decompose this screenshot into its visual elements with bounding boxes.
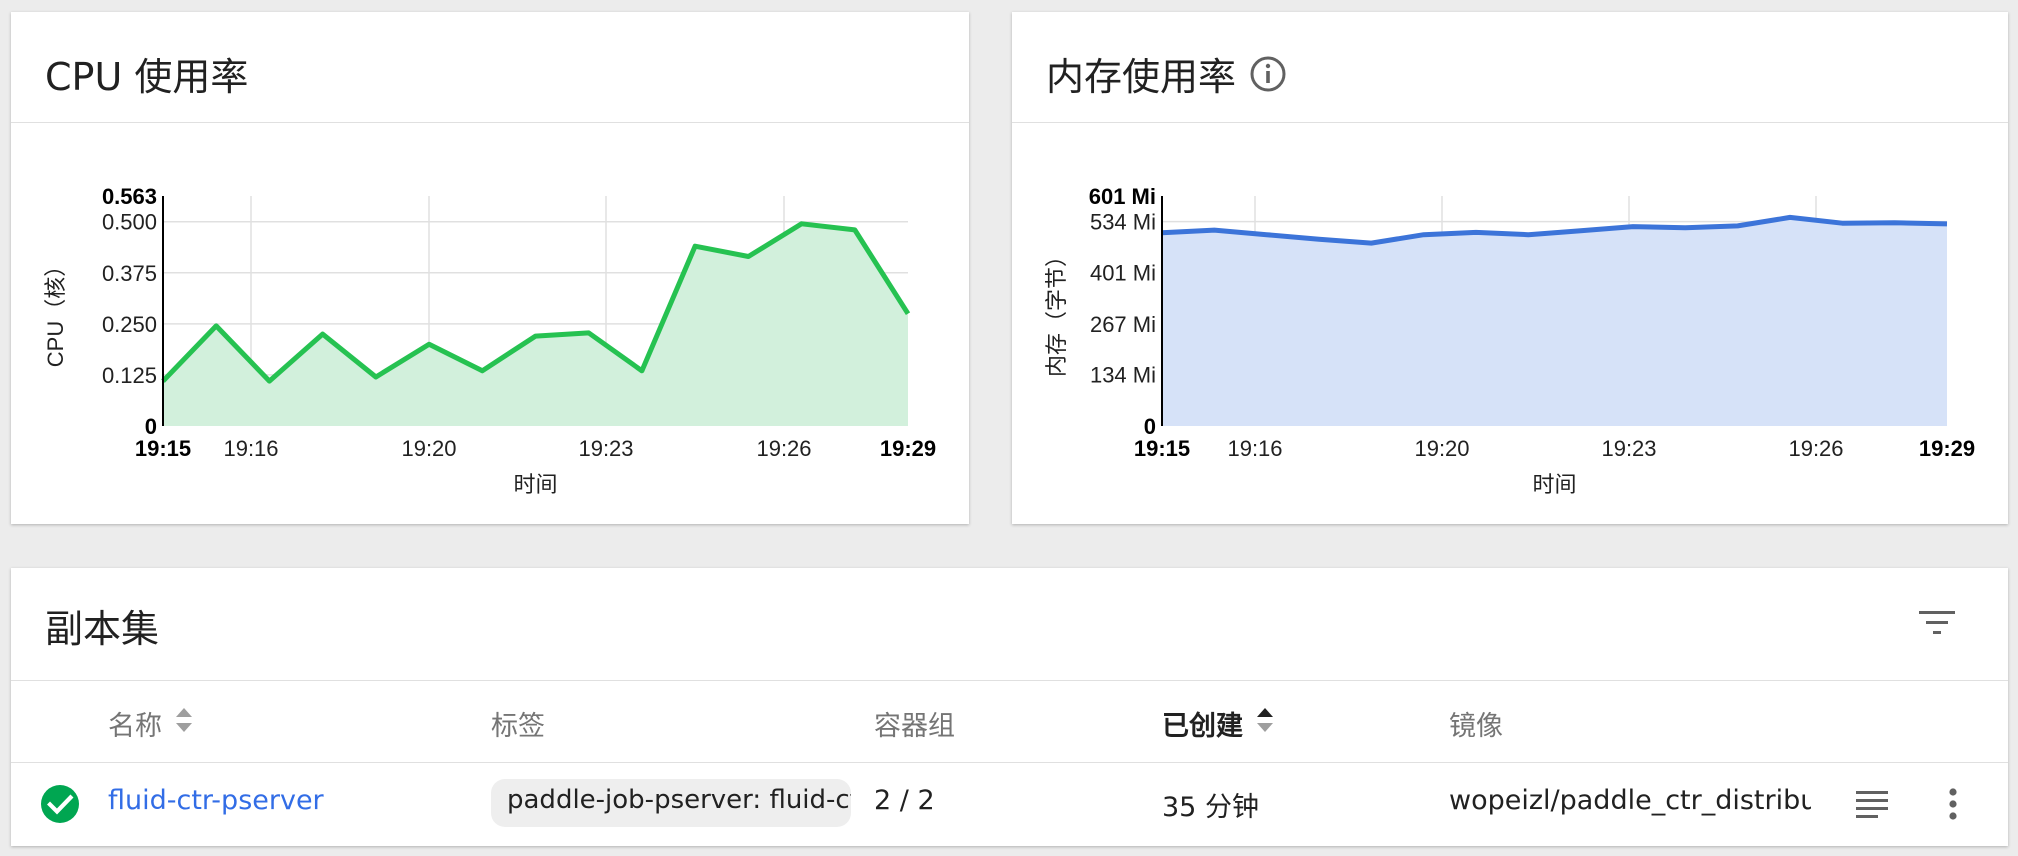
column-header-created[interactable]: 已创建 <box>1162 704 1275 743</box>
label-chip[interactable]: paddle-job-pserver: fluid-ct <box>491 779 851 827</box>
memory-x-tick-label: 19:15 <box>1134 436 1190 461</box>
divider <box>11 122 969 123</box>
sort-icon-active[interactable] <box>1255 705 1275 742</box>
replica-sets-card: 副本集 名称 标签 容器组 已创建 镜像 fluid-ctr-pserver p… <box>11 568 2008 846</box>
column-header-pods: 容器组 <box>874 711 955 742</box>
cpu-y-tick-label: 0.375 <box>102 261 157 286</box>
cpu-x-tick-label: 19:15 <box>135 436 191 461</box>
cpu-x-tick-label: 19:23 <box>578 436 633 461</box>
filter-icon[interactable] <box>1917 608 1957 638</box>
memory-card-title: 内存使用率 <box>1046 46 1286 101</box>
memory-x-tick-label: 19:26 <box>1788 436 1843 461</box>
replica-sets-title: 副本集 <box>45 607 160 651</box>
memory-y-tick-label: 534 Mi <box>1090 210 1156 235</box>
divider <box>11 680 2008 681</box>
memory-y-tick-label: 401 Mi <box>1090 261 1156 286</box>
column-header-created-label: 已创建 <box>1162 711 1243 742</box>
cpu-y-axis-title: CPU（核） <box>43 255 68 367</box>
sort-icon[interactable] <box>174 705 194 742</box>
column-header-image: 镜像 <box>1449 711 1503 742</box>
created-age: 35 分钟 <box>1162 792 1259 823</box>
label-chip-text: paddle-job-pserver: fluid-ct <box>507 785 851 815</box>
pods-count: 2 / 2 <box>874 785 935 816</box>
memory-x-tick-label: 19:20 <box>1414 436 1469 461</box>
memory-y-tick-label: 134 Mi <box>1090 363 1156 388</box>
cpu-x-tick-label: 19:20 <box>401 436 456 461</box>
memory-y-tick-label: 601 Mi <box>1089 184 1156 209</box>
memory-usage-card: 内存使用率 0 134 Mi 267 Mi 401 Mi 534 Mi 601 Mi 19:… <box>1012 12 2008 524</box>
cpu-usage-card: CPU 使用率 0 0.125 0.250 0.375 0.500 0.563 19:15 1… <box>11 12 969 524</box>
memory-chart: 0134 Mi267 Mi401 Mi534 Mi601 Mi19:15 19:1… <box>1044 184 1975 497</box>
cpu-y-tick-label: 0.250 <box>102 312 157 337</box>
cpu-y-tick-label: 0.500 <box>102 210 157 235</box>
memory-x-axis-title: 时间 <box>1532 472 1576 497</box>
table-row: fluid-ctr-pserver paddle-job-pserver: fl… <box>11 764 2008 846</box>
more-vert-icon[interactable] <box>1945 786 1961 822</box>
cpu-y-tick-label: 0.125 <box>102 363 157 388</box>
divider <box>11 762 2008 763</box>
info-icon[interactable] <box>1250 56 1286 92</box>
cpu-x-tick-label: 19:26 <box>756 436 811 461</box>
cpu-card-title: CPU 使用率 <box>45 55 249 99</box>
cpu-x-tick-label: 19:16 <box>223 436 278 461</box>
divider <box>1012 122 2008 123</box>
memory-card-title-text: 内存使用率 <box>1046 55 1237 99</box>
cpu-y-tick-label: 0.563 <box>102 184 157 209</box>
memory-x-tick-label: 19:29 <box>1919 436 1975 461</box>
cpu-x-tick-label: 19:29 <box>880 436 936 461</box>
column-header-labels: 标签 <box>491 711 545 742</box>
image-name: wopeizl/paddle_ctr_distribu <box>1449 785 1811 816</box>
memory-x-tick-label: 19:23 <box>1601 436 1656 461</box>
logs-icon[interactable] <box>1854 788 1890 820</box>
memory-x-tick-label: 19:16 <box>1227 436 1282 461</box>
cpu-chart: 00.1250.2500.3750.5000.56319:15 19:16 19:2… <box>43 184 936 497</box>
table-header: 名称 标签 容器组 已创建 镜像 <box>11 704 2008 744</box>
memory-y-axis-title: 内存（字节） <box>1044 245 1069 377</box>
column-header-name[interactable]: 名称 <box>108 704 194 743</box>
replica-set-name-link[interactable]: fluid-ctr-pserver <box>108 785 324 816</box>
memory-area <box>1162 217 1947 426</box>
success-check-icon <box>40 784 80 824</box>
cpu-area <box>163 223 908 426</box>
memory-y-tick-label: 267 Mi <box>1090 312 1156 337</box>
cpu-x-axis-title: 时间 <box>513 472 557 497</box>
column-header-name-label: 名称 <box>108 711 162 742</box>
